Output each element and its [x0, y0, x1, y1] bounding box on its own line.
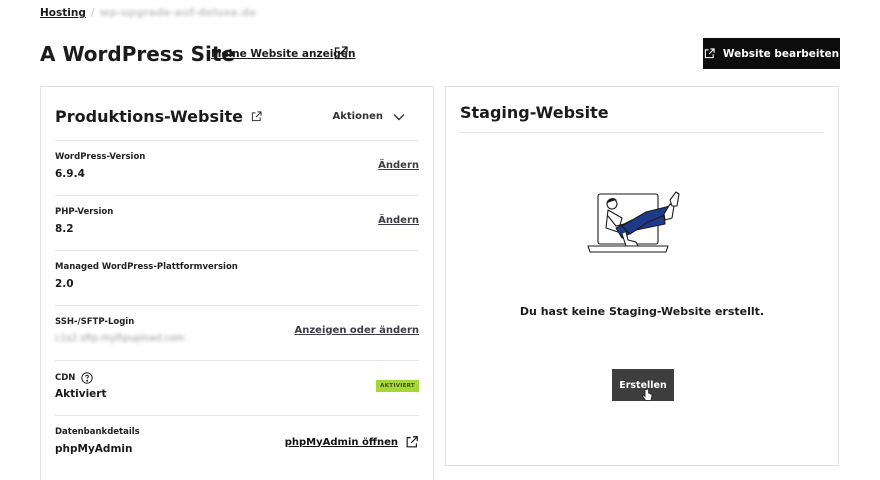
change-wordpress-version-link[interactable]: Ändern [378, 160, 419, 171]
cdn-label: CDN [55, 373, 76, 383]
row-value: phpMyAdmin [55, 443, 133, 455]
breadcrumb: Hosting / wp-upgrade-auf-deluxe.de [40, 7, 256, 19]
view-or-change-ssh-link[interactable]: Anzeigen oder ändern [294, 325, 419, 336]
divider [460, 132, 824, 133]
detail-row-cdn: CDN Aktiviert AKTIVIERT [55, 360, 419, 415]
breadcrumb-separator: / [90, 7, 95, 19]
laptop-person-illustration [587, 191, 680, 253]
row-value: 2.0 [55, 278, 74, 290]
info-icon[interactable] [81, 372, 94, 384]
external-link-icon [406, 436, 418, 448]
row-value: 6.9.4 [55, 168, 85, 180]
open-phpmyadmin-label: phpMyAdmin öffnen [284, 436, 398, 448]
row-value: Aktiviert [55, 388, 107, 400]
staging-empty-message: Du hast keine Staging-Website erstellt. [519, 305, 765, 318]
production-title: Produktions-Website [55, 107, 243, 126]
hand-cursor-icon [642, 388, 653, 401]
detail-row-php-version: PHP-Version 8.2 Ändern [55, 195, 419, 250]
row-label: CDN [55, 372, 94, 384]
breadcrumb-current: wp-upgrade-auf-deluxe.de [99, 7, 257, 19]
row-label: SSH-/SFTP-Login [55, 317, 135, 327]
detail-row-platform-version: Managed WordPress-Plattformversion 2.0 [55, 250, 419, 305]
production-website-card: Produktions-Website Aktionen WordPress-V… [40, 86, 434, 480]
row-label: Managed WordPress-Plattformversion [55, 262, 238, 272]
detail-row-wordpress-version: WordPress-Version 6.9.4 Ändern [55, 140, 419, 195]
detail-row-database: Datenbankdetails phpMyAdmin phpMyAdmin ö… [55, 415, 419, 470]
row-label: PHP-Version [55, 207, 114, 217]
external-link-icon [704, 48, 715, 59]
cdn-status-badge: AKTIVIERT [376, 380, 419, 392]
row-label: Datenbankdetails [55, 427, 140, 437]
breadcrumb-hosting-link[interactable]: Hosting [40, 7, 86, 19]
chevron-down-icon [393, 113, 405, 120]
row-label: WordPress-Version [55, 152, 146, 162]
production-details-list: WordPress-Version 6.9.4 Ändern PHP-Versi… [55, 140, 419, 470]
actions-label: Aktionen [332, 111, 384, 122]
production-header: Produktions-Website [55, 107, 262, 126]
page-title: A WordPress Site [40, 42, 235, 66]
staging-website-card: Staging-Website Du hast keine Staging-We… [445, 86, 839, 466]
edit-website-button[interactable]: Website bearbeiten [703, 38, 840, 69]
staging-title: Staging-Website [460, 103, 609, 122]
row-value: c1s2.sftp.myftpupload.com [55, 333, 185, 344]
edit-website-label: Website bearbeiten [722, 47, 840, 60]
detail-row-ssh-sftp: SSH-/SFTP-Login c1s2.sftp.myftpupload.co… [55, 305, 419, 360]
external-link-icon[interactable] [333, 45, 349, 61]
change-php-version-link[interactable]: Ändern [378, 215, 419, 226]
external-link-icon[interactable] [251, 111, 262, 122]
row-value: 8.2 [55, 223, 74, 235]
actions-dropdown[interactable]: Aktionen [333, 111, 406, 122]
open-phpmyadmin-link[interactable]: phpMyAdmin öffnen [285, 435, 419, 449]
